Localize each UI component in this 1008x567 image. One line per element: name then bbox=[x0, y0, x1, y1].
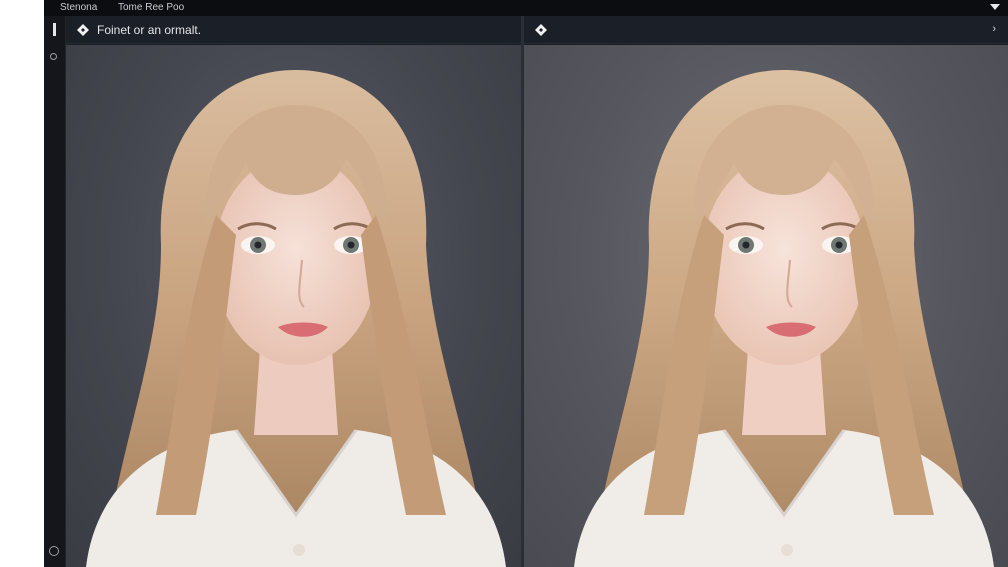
right-panel-header: › bbox=[524, 16, 1008, 44]
menu-item-2[interactable]: Tome Ree Poo bbox=[118, 0, 184, 15]
plus-circle-icon[interactable] bbox=[49, 546, 59, 556]
ring-icon[interactable] bbox=[50, 53, 57, 60]
left-panel: Foinet or an ormalt. bbox=[66, 16, 521, 567]
right-image-viewport[interactable] bbox=[524, 45, 1008, 567]
menu-bar: Stenona Tome Ree Poo bbox=[44, 0, 1008, 16]
diamond-icon[interactable] bbox=[77, 24, 89, 36]
left-image-viewport[interactable] bbox=[66, 45, 521, 567]
diamond-icon[interactable] bbox=[535, 24, 547, 36]
portrait-image bbox=[86, 70, 506, 567]
caret-down-icon[interactable] bbox=[990, 4, 1000, 10]
app-window: Stenona Tome Ree Poo Foinet or an ormalt… bbox=[44, 0, 1008, 567]
bar-icon[interactable] bbox=[53, 23, 56, 36]
right-panel: › bbox=[524, 16, 1008, 567]
left-panel-title: Foinet or an ormalt. bbox=[97, 23, 202, 37]
tool-strip bbox=[44, 16, 66, 567]
portrait-image bbox=[574, 70, 994, 567]
menu-item-1[interactable]: Stenona bbox=[60, 0, 97, 15]
chevron-right-icon[interactable]: › bbox=[992, 23, 996, 35]
left-panel-header: Foinet or an ormalt. bbox=[66, 16, 521, 44]
